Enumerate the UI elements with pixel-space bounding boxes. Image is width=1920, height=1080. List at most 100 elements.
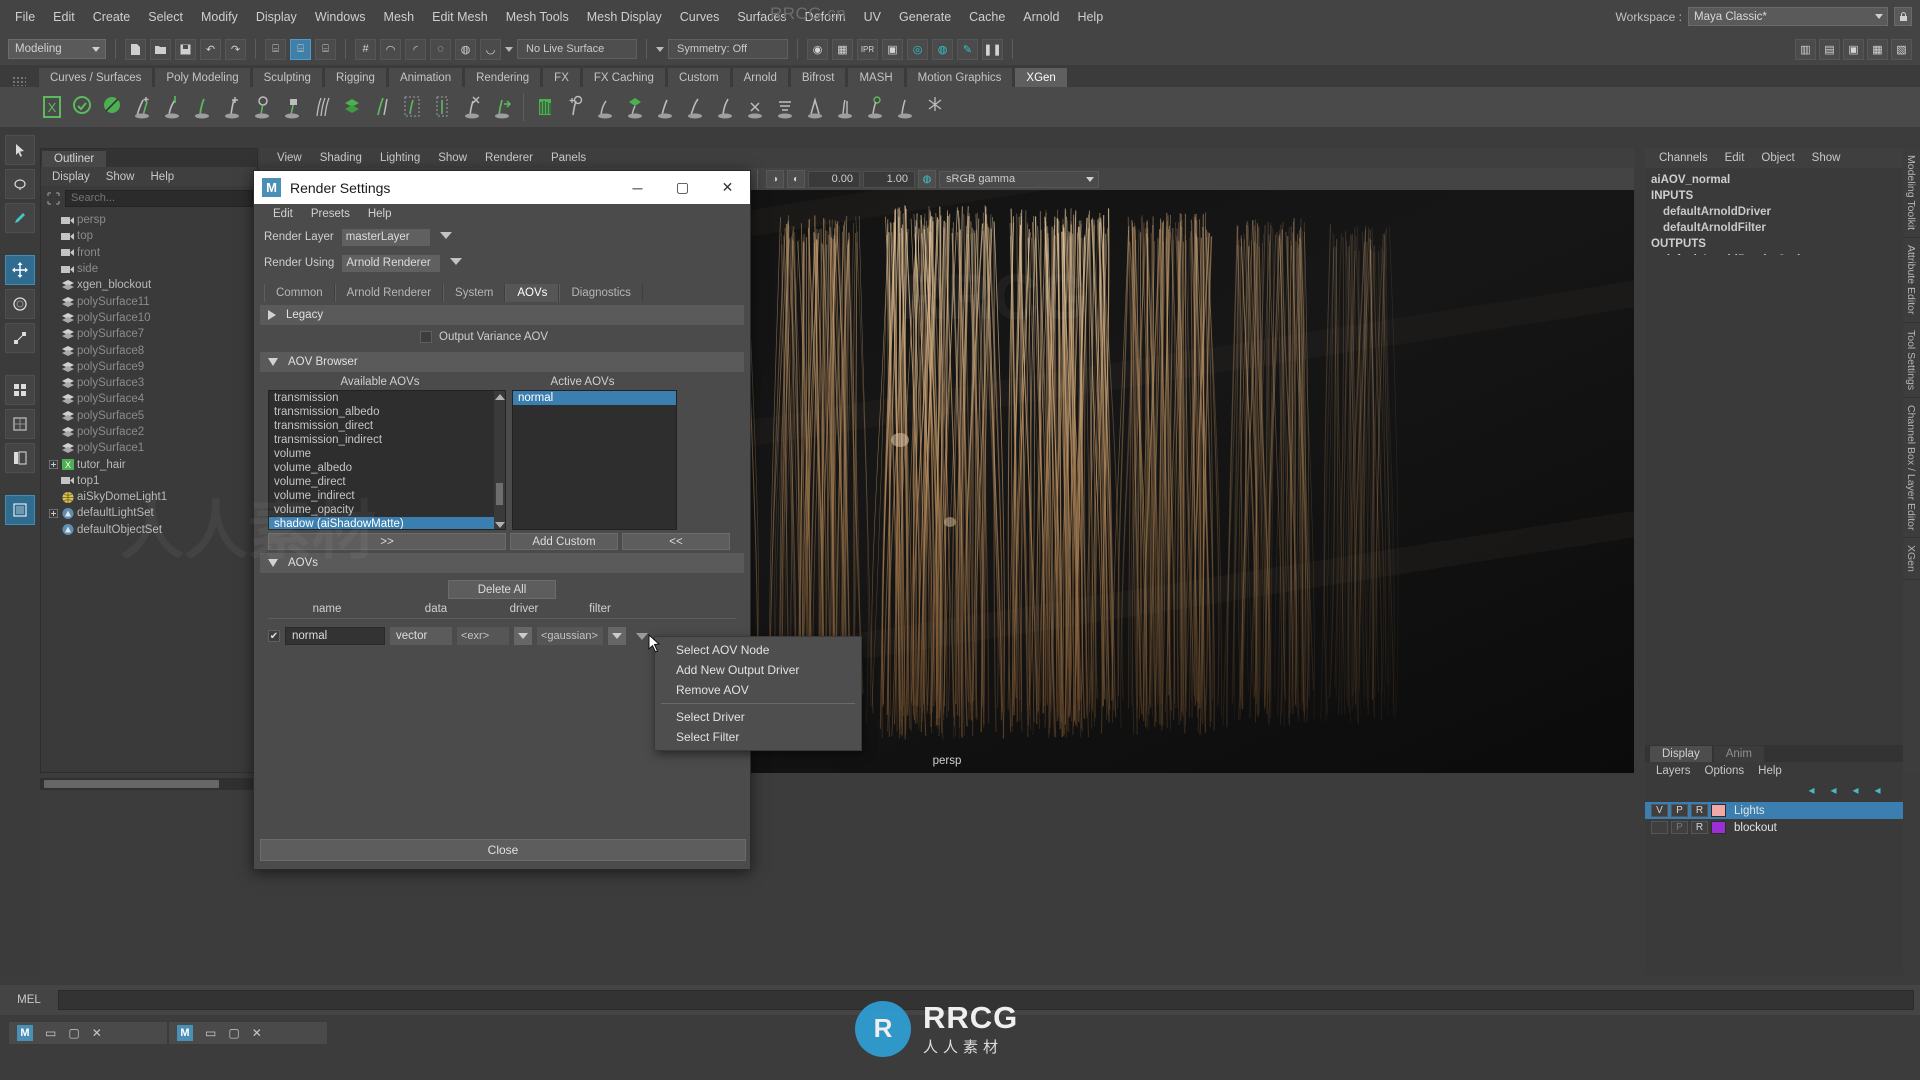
layout-persp-icon[interactable] xyxy=(5,409,35,439)
shelf-tab-motion-graphics[interactable]: Motion Graphics xyxy=(905,67,1014,87)
layer-reference-toggle[interactable]: R xyxy=(1691,804,1708,817)
snap-to-projected-center-icon[interactable]: ◌ xyxy=(430,38,451,60)
layer-row-blockout[interactable]: P Rblockout xyxy=(1645,819,1903,836)
xgen-lock-guide-icon[interactable] xyxy=(278,92,306,122)
outliner-item-tutor-hair[interactable]: Xtutor_hair xyxy=(41,456,257,472)
outliner-item-side[interactable]: side xyxy=(41,261,257,277)
layer-visibility-toggle[interactable]: V xyxy=(1651,804,1668,817)
xgen-anim-wires-icon[interactable] xyxy=(861,92,889,122)
select-tool-icon[interactable] xyxy=(5,135,35,165)
outliner-item-polysurface9[interactable]: polySurface9 xyxy=(41,359,257,375)
render-using-select[interactable]: Arnold Renderer xyxy=(342,254,463,272)
layer-playback-toggle[interactable]: P xyxy=(1671,821,1688,834)
menu-set-selector[interactable]: Modeling xyxy=(8,39,106,59)
layer-playback-toggle[interactable]: P xyxy=(1671,804,1688,817)
shelf-tab-rigging[interactable]: Rigging xyxy=(323,67,387,87)
available-list-scrollbar[interactable] xyxy=(494,391,505,529)
xgen-sculpt-icon[interactable] xyxy=(368,92,396,122)
channel-menu-channels[interactable]: Channels xyxy=(1651,150,1716,166)
close-button[interactable]: ✕ xyxy=(705,171,750,204)
shelf-tab-bifrost[interactable]: Bifrost xyxy=(789,67,847,87)
aov-data-field[interactable]: vector xyxy=(390,627,452,645)
layer-reference-toggle[interactable]: R xyxy=(1691,821,1708,834)
xgen-circle-guide-icon[interactable] xyxy=(248,92,276,122)
outliner-menu-show[interactable]: Show xyxy=(99,170,142,184)
outliner-item-polysurface1[interactable]: polySurface1 xyxy=(41,440,257,456)
active-aovs-list[interactable]: normal xyxy=(512,390,677,530)
layer-list[interactable]: V P R Lights P Rblockout xyxy=(1645,802,1903,836)
close-render-settings-button[interactable]: Close xyxy=(260,839,746,861)
maximize-button[interactable]: ▢ xyxy=(660,171,705,204)
xgen-editor-icon[interactable]: X xyxy=(38,92,66,122)
layer-move-up-icon[interactable]: ◂ xyxy=(1804,783,1819,797)
xgen-clumping-icon[interactable] xyxy=(801,92,829,122)
viewport-menu-shading[interactable]: Shading xyxy=(311,150,371,166)
aov-filter-dropdown-icon[interactable] xyxy=(608,627,626,645)
render-settings-icon[interactable]: ▣ xyxy=(882,38,903,60)
outliner-item-polysurface7[interactable]: polySurface7 xyxy=(41,326,257,342)
make-live-icon[interactable]: ◡ xyxy=(480,38,501,60)
xgen-add-description-icon[interactable] xyxy=(218,92,246,122)
scrollbar-thumb[interactable] xyxy=(44,780,219,788)
layout-outliner-persp-icon[interactable] xyxy=(5,443,35,473)
xgen-mesh-icon[interactable] xyxy=(338,92,366,122)
shelf-tab-sculpting[interactable]: Sculpting xyxy=(251,67,323,87)
menu-mesh[interactable]: Mesh xyxy=(375,6,424,28)
select-by-object-type-icon[interactable]: ⌸ xyxy=(290,38,311,60)
viewport-menu-view[interactable]: View xyxy=(268,150,311,166)
rs-tab-aovs[interactable]: AOVs xyxy=(505,284,560,302)
vtab-xgen[interactable]: XGen xyxy=(1903,538,1919,581)
gamma-value[interactable]: 1.00 xyxy=(863,170,915,188)
snap-to-grid-icon[interactable]: # xyxy=(355,38,376,60)
menu-edit[interactable]: Edit xyxy=(44,6,84,28)
expand-toggle-icon[interactable] xyxy=(47,460,59,470)
shelf-tab-curves-surfaces[interactable]: Curves / Surfaces xyxy=(38,67,154,87)
xgen-cut-icon[interactable] xyxy=(741,92,769,122)
menu-uv[interactable]: UV xyxy=(855,6,890,28)
channel-menu-show[interactable]: Show xyxy=(1804,150,1849,166)
channel-menu-object[interactable]: Object xyxy=(1753,150,1802,166)
live-surface-field[interactable]: No Live Surface xyxy=(517,39,637,59)
viewport-menu-renderer[interactable]: Renderer xyxy=(476,150,542,166)
shelf-tab-xgen[interactable]: XGen xyxy=(1014,67,1068,87)
xgen-length-icon[interactable] xyxy=(621,92,649,122)
outliner-item-front[interactable]: front xyxy=(41,245,257,261)
scrollbar-thumb[interactable] xyxy=(496,483,503,505)
shelf-tab-fx[interactable]: FX xyxy=(542,67,581,87)
render-current-frame-icon[interactable]: ◉ xyxy=(807,38,828,60)
active-aov-item[interactable]: normal xyxy=(513,391,676,405)
aov-enabled-checkbox[interactable]: ✔ xyxy=(268,630,280,642)
add-aov-button[interactable]: >> xyxy=(268,533,506,550)
available-aov-item[interactable]: transmission xyxy=(269,391,505,405)
xgen-add-guide-icon[interactable] xyxy=(128,92,156,122)
snap-to-curve-icon[interactable]: ◠ xyxy=(380,38,401,60)
paint-select-tool-icon[interactable] xyxy=(5,203,35,233)
rs-menu-presets[interactable]: Presets xyxy=(302,206,359,222)
outliner-horizontal-scrollbar[interactable] xyxy=(40,778,258,790)
layer-menu-options[interactable]: Options xyxy=(1698,764,1752,778)
pause-icon[interactable]: ❚❚ xyxy=(982,38,1003,60)
scale-tool-icon[interactable] xyxy=(5,323,35,353)
rs-menu-edit[interactable]: Edit xyxy=(264,206,302,222)
taskbar-minimize-icon-2[interactable]: ▭ xyxy=(205,1026,216,1040)
render-sequence-icon[interactable]: ▦ xyxy=(832,38,853,60)
shelf-tab-rendering[interactable]: Rendering xyxy=(464,67,542,87)
viewport-menu-lighting[interactable]: Lighting xyxy=(371,150,429,166)
shelf-tab-poly-modeling[interactable]: Poly Modeling xyxy=(154,67,251,87)
aov-filter-field[interactable]: <gaussian> xyxy=(537,627,603,645)
available-aovs-list[interactable]: transmission transmission_albedo transmiss… xyxy=(268,390,506,530)
aov-browser-section-header[interactable]: AOV Browser xyxy=(260,352,744,372)
menu-display[interactable]: Display xyxy=(247,6,306,28)
outliner-item-polysurface2[interactable]: polySurface2 xyxy=(41,424,257,440)
input-default-arnold-driver[interactable]: defaultArnoldDriver xyxy=(1651,204,1903,220)
render-layer-select[interactable]: masterLayer xyxy=(341,228,452,246)
outliner-item-polysurface11[interactable]: polySurface11 xyxy=(41,293,257,309)
context-menu-item-select-aov-node[interactable]: Select AOV Node xyxy=(655,640,861,660)
layer-row-lights[interactable]: V P R Lights xyxy=(1645,802,1903,819)
expand-toggle-icon[interactable] xyxy=(47,508,59,518)
vtab-modeling-toolkit[interactable]: Modeling Toolkit xyxy=(1903,148,1919,239)
layer-visibility-toggle[interactable] xyxy=(1651,821,1668,834)
taskbar-close-icon[interactable]: ✕ xyxy=(92,1026,102,1040)
menu-generate[interactable]: Generate xyxy=(890,6,960,28)
xgen-solid-icon[interactable] xyxy=(98,92,126,122)
